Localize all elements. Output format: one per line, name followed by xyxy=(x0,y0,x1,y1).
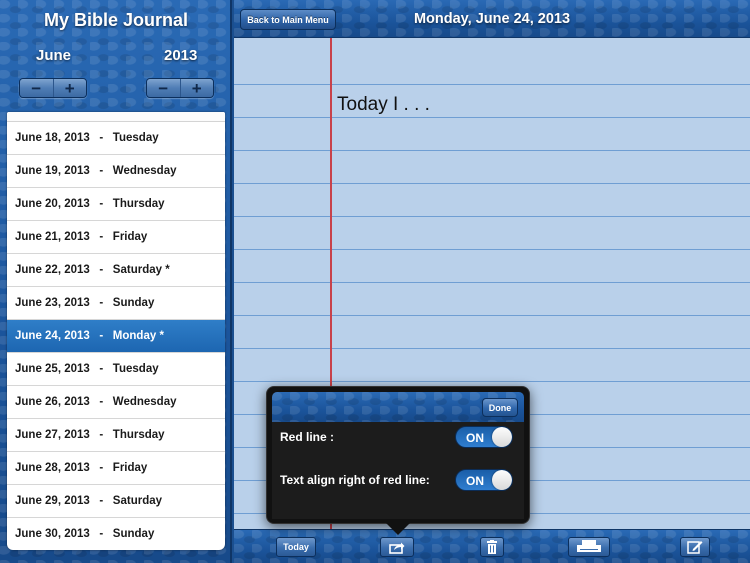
day-row[interactable]: June 27, 2013 - Thursday xyxy=(7,419,225,452)
delete-button[interactable] xyxy=(480,537,504,557)
year-increment-button[interactable]: + xyxy=(179,79,213,97)
bottom-toolbar: Today xyxy=(234,529,750,563)
year-stepper: − + xyxy=(146,78,214,98)
print-icon xyxy=(576,540,602,554)
year-label: 2013 xyxy=(164,47,198,64)
day-row[interactable]: June 18, 2013 - Tuesday xyxy=(7,122,225,155)
sidebar: My Bible Journal June 2013 − + − + June … xyxy=(0,0,232,563)
day-list[interactable]: June 18, 2013 - Tuesday June 19, 2013 - … xyxy=(7,112,225,550)
today-button[interactable]: Today xyxy=(276,537,316,557)
back-to-main-menu-button[interactable]: Back to Main Menu xyxy=(240,9,336,30)
day-row[interactable]: June 21, 2013 - Friday xyxy=(7,221,225,254)
share-button[interactable] xyxy=(380,537,414,557)
text-align-toggle[interactable]: ON xyxy=(455,469,513,491)
option-row-text-align: Text align right of red line: ON xyxy=(272,465,524,495)
popover-arrow xyxy=(386,523,410,535)
toggle-knob xyxy=(492,470,512,490)
text-align-label: Text align right of red line: xyxy=(280,473,430,487)
day-row[interactable]: June 19, 2013 - Wednesday xyxy=(7,155,225,188)
day-row[interactable]: June 26, 2013 - Wednesday xyxy=(7,386,225,419)
done-button[interactable]: Done xyxy=(482,398,518,417)
day-row-selected[interactable]: June 24, 2013 - Monday * xyxy=(7,320,225,353)
day-row[interactable]: June 25, 2013 - Tuesday xyxy=(7,353,225,386)
toggle-knob xyxy=(492,427,512,447)
option-row-red-line: Red line : ON xyxy=(272,422,524,452)
day-row[interactable]: June 23, 2013 - Sunday xyxy=(7,287,225,320)
trash-icon xyxy=(486,540,498,554)
day-list-partial-row xyxy=(7,112,225,122)
compose-icon xyxy=(687,540,703,554)
compose-button[interactable] xyxy=(680,537,710,557)
popover-body: Red line : ON Text align right of red li… xyxy=(272,422,524,519)
day-row[interactable]: June 22, 2013 - Saturday * xyxy=(7,254,225,287)
month-decrement-button[interactable]: − xyxy=(20,79,53,97)
red-line-toggle[interactable]: ON xyxy=(455,426,513,448)
month-increment-button[interactable]: + xyxy=(52,79,86,97)
share-icon xyxy=(389,541,405,554)
day-row[interactable]: June 30, 2013 - Sunday xyxy=(7,518,225,550)
red-line-label: Red line : xyxy=(280,430,335,444)
popover-header: Done xyxy=(272,392,524,422)
month-stepper: − + xyxy=(19,78,87,98)
day-row[interactable]: June 28, 2013 - Friday xyxy=(7,452,225,485)
toggle-state: ON xyxy=(466,474,484,488)
app-title: My Bible Journal xyxy=(43,10,189,30)
settings-popover: Done Red line : ON Text align right of r… xyxy=(266,386,530,524)
year-decrement-button[interactable]: − xyxy=(147,79,180,97)
day-row[interactable]: June 29, 2013 - Saturday xyxy=(7,485,225,518)
print-button[interactable] xyxy=(568,537,610,557)
top-bar: Back to Main Menu Monday, June 24, 2013 xyxy=(234,0,750,38)
toggle-state: ON xyxy=(466,431,484,445)
entry-date-title: Monday, June 24, 2013 xyxy=(413,11,571,27)
day-row[interactable]: June 20, 2013 - Thursday xyxy=(7,188,225,221)
journal-entry-text[interactable]: Today I . . . xyxy=(337,94,430,116)
month-label: June xyxy=(36,47,72,64)
